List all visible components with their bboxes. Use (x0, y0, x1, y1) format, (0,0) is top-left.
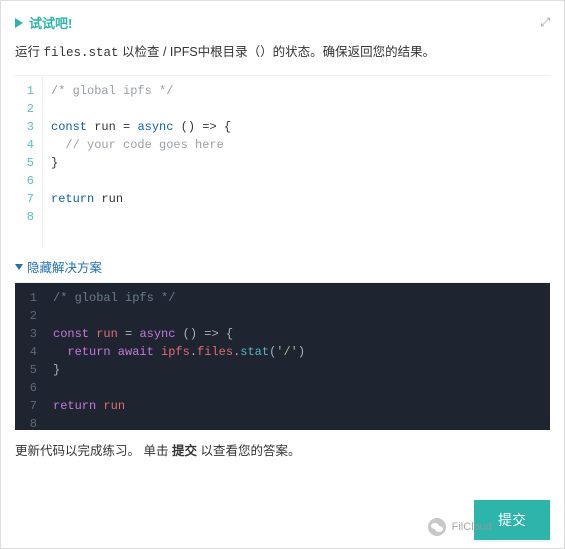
chevron-down-icon (15, 264, 23, 270)
instruction-pre: 运行 (15, 45, 43, 59)
submit-button[interactable]: 提交 (474, 500, 550, 540)
card-title: 试试吧! (29, 13, 72, 32)
card-header: 试试吧! ⤢ (15, 13, 550, 32)
exercise-card: 试试吧! ⤢ 运行 files.stat 以检查 / IPFS中根目录（）的状态… (0, 0, 565, 549)
footer-instruction: 更新代码以完成练习。 单击 提交 以查看您的答案。 (15, 440, 550, 459)
instruction-mid: 以检查 / IPFS中根目录（）的状态。确保返回您的结果。 (119, 45, 436, 59)
instruction-code: files.stat (43, 46, 118, 60)
expand-icon[interactable]: ⤢ (540, 15, 550, 30)
toggle-solution-link[interactable]: 隐藏解决方案 (15, 257, 550, 276)
instruction-text: 运行 files.stat 以检查 / IPFS中根目录（）的状态。确保返回您的… (15, 42, 550, 63)
solution-code-viewer: 1 2 3 4 5 6 7 8 /* global ipfs */ const … (15, 282, 550, 430)
user-code-editor[interactable]: 1 2 3 4 5 6 7 8 /* global ipfs */ const … (15, 75, 550, 247)
editor-content[interactable]: /* global ipfs */ const run = async () =… (43, 76, 550, 247)
footer-text-b: 提交 (172, 444, 197, 458)
editor-gutter: 1 2 3 4 5 6 7 8 (15, 76, 43, 247)
header-left: 试试吧! (15, 13, 72, 32)
play-icon (15, 18, 23, 28)
wechat-icon (428, 518, 446, 536)
submit-label: 提交 (498, 512, 526, 528)
footer-text-a: 更新代码以完成练习。 单击 (15, 444, 172, 458)
solution-gutter: 1 2 3 4 5 6 7 8 (15, 283, 45, 430)
solution-content: /* global ipfs */ const run = async () =… (45, 283, 550, 430)
toggle-solution-label: 隐藏解决方案 (27, 257, 102, 276)
footer-text-c: 以查看您的答案。 (197, 444, 300, 458)
